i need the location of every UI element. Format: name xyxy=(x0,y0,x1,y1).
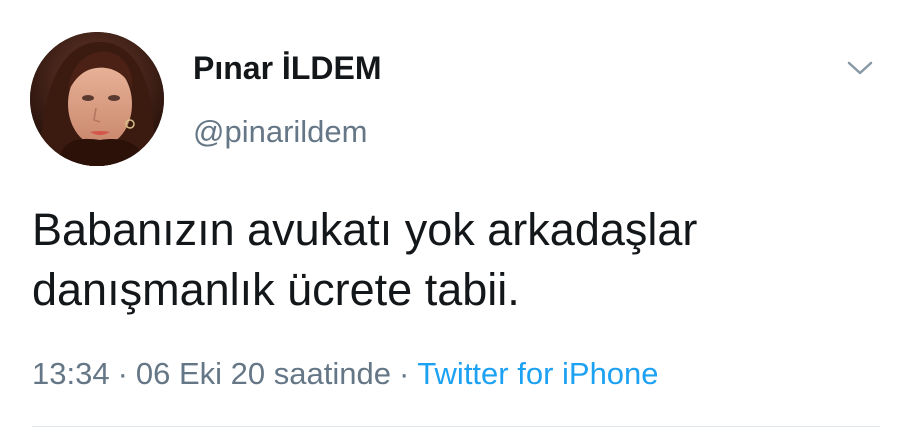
tweet-metadata: 13:34 · 06 Eki 20 saatinde · Twitter for iPh… xyxy=(32,356,659,392)
tweet-time[interactable]: 13:34 xyxy=(32,356,110,391)
divider xyxy=(32,426,880,427)
profile-photo-icon xyxy=(30,32,164,166)
meta-separator: · xyxy=(398,356,410,391)
user-handle[interactable]: @pinarildem xyxy=(193,114,367,150)
tweet-menu-button[interactable] xyxy=(840,50,880,86)
chevron-down-icon xyxy=(847,61,873,75)
display-name[interactable]: Pınar İLDEM xyxy=(193,50,381,87)
meta-separator: · xyxy=(117,356,128,391)
tweet-date[interactable]: 06 Eki 20 saatinde xyxy=(136,356,391,391)
avatar[interactable] xyxy=(30,32,164,166)
tweet-card[interactable]: Pınar İLDEM @pinarildem Babanızın avukat… xyxy=(0,0,900,440)
tweet-text-line: danışmanlık ücrete tabii. xyxy=(32,264,520,315)
tweet-source-link[interactable]: Twitter for iPhone xyxy=(417,356,658,391)
tweet-text-line: Babanızın avukatı yok arkadaşlar xyxy=(32,204,698,255)
tweet-text: Babanızın avukatı yok arkadaşlar danışma… xyxy=(32,200,872,320)
